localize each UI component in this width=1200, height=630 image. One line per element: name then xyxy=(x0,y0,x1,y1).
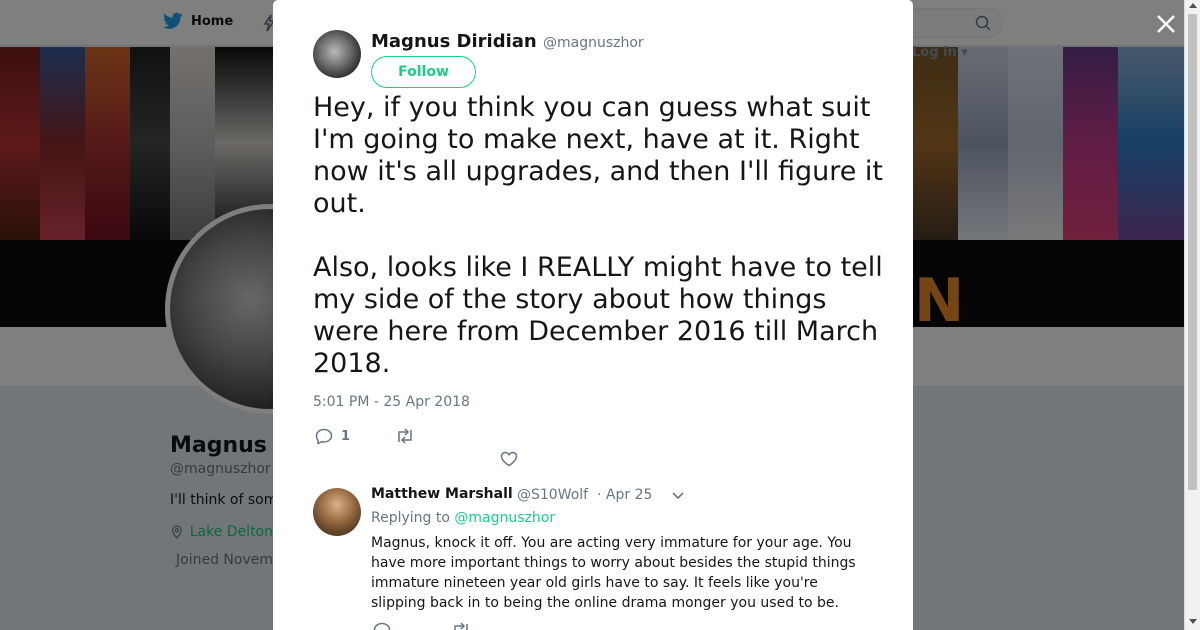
tweet-modal: Magnus Diridian @magnuszhor Follow Hey, … xyxy=(273,0,913,630)
like-button[interactable] xyxy=(500,451,526,467)
reply-author-handle[interactable]: @S10Wolf xyxy=(517,487,588,503)
reply-author-avatar[interactable] xyxy=(313,488,361,536)
heart-icon xyxy=(500,451,518,467)
page-scrollbar[interactable] xyxy=(1184,0,1200,630)
retweet-icon xyxy=(398,428,412,444)
retweet-button[interactable] xyxy=(395,428,423,444)
chevron-down-icon[interactable] xyxy=(671,488,685,502)
tweet-timestamp[interactable]: 5:01 PM - 25 Apr 2018 xyxy=(313,394,470,410)
retweet-icon[interactable] xyxy=(451,622,471,630)
reply-icon xyxy=(315,428,333,445)
replying-to-line: Replying to @magnuszhor xyxy=(371,510,555,526)
tweet-author-name[interactable]: Magnus Diridian xyxy=(371,31,537,52)
replying-to-link[interactable]: @magnuszhor xyxy=(454,510,555,526)
reply-icon[interactable] xyxy=(373,622,391,630)
scroll-up-arrow-icon[interactable] xyxy=(1189,3,1197,8)
follow-button[interactable]: Follow xyxy=(371,56,476,88)
scroll-down-arrow-icon[interactable] xyxy=(1189,619,1197,624)
reply-date[interactable]: · Apr 25 xyxy=(597,487,652,503)
replying-to-prefix: Replying to xyxy=(371,510,450,526)
close-icon[interactable] xyxy=(1153,11,1179,37)
reply-actions xyxy=(373,622,471,630)
reply-count: 1 xyxy=(341,429,351,444)
scrollbar-thumb[interactable] xyxy=(1188,14,1197,490)
tweet-text: Hey, if you think you can guess what sui… xyxy=(313,92,884,379)
tweet-author-avatar[interactable] xyxy=(313,30,361,78)
reply-button[interactable]: 1 xyxy=(315,428,350,445)
reply-text: Magnus, knock it off. You are acting ver… xyxy=(371,535,856,611)
tweet-author-handle[interactable]: @magnuszhor xyxy=(543,35,644,51)
reply-author-name[interactable]: Matthew Marshall xyxy=(371,486,513,502)
